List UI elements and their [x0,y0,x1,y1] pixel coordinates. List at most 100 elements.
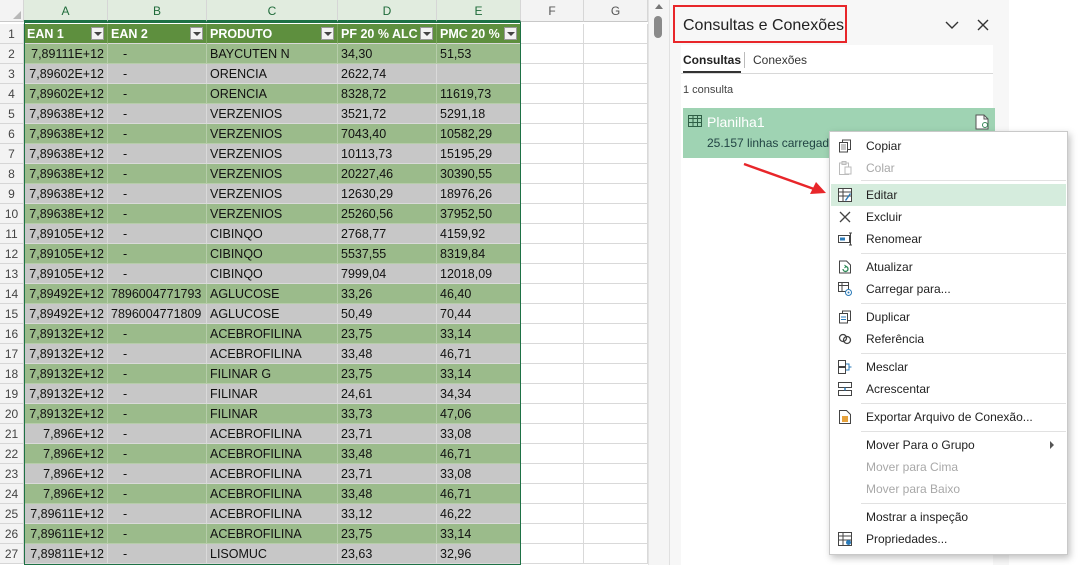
table-header-pf[interactable]: PF 20 % ALC [338,24,437,44]
cell-empty[interactable] [584,424,648,444]
table-cell[interactable]: VERZENIOS [207,204,338,224]
table-cell[interactable]: 33,14 [437,524,521,544]
table-cell[interactable]: ORENCIA [207,84,338,104]
cell-empty[interactable] [521,524,584,544]
cell-empty[interactable] [584,24,648,44]
table-cell[interactable]: 7,89638E+12 [24,124,108,144]
menu-item-mesclar[interactable]: Mesclar [831,356,1066,378]
table-cell[interactable]: 7,89105E+12 [24,244,108,264]
cell-empty[interactable] [521,224,584,244]
cell-empty[interactable] [521,144,584,164]
menu-item-atualizar[interactable]: Atualizar [831,256,1066,278]
cell-empty[interactable] [521,424,584,444]
table-cell[interactable]: 7,89132E+12 [24,344,108,364]
table-cell[interactable]: VERZENIOS [207,184,338,204]
menu-item-colar[interactable]: Colar [831,157,1066,179]
table-cell[interactable]: 8328,72 [338,84,437,104]
table-cell[interactable]: 7,89638E+12 [24,104,108,124]
table-cell[interactable]: 46,71 [437,484,521,504]
table-cell[interactable]: 33,08 [437,464,521,484]
table-cell[interactable]: 7,896E+12 [24,464,108,484]
menu-item-renomear[interactable]: Renomear [831,228,1066,250]
tab-consultas[interactable]: Consultas [683,53,742,73]
table-cell[interactable]: 10582,29 [437,124,521,144]
table-cell[interactable]: 5291,18 [437,104,521,124]
row-header[interactable]: 5 [0,104,24,124]
table-cell[interactable]: - [108,184,207,204]
table-cell[interactable]: 7,89638E+12 [24,184,108,204]
menu-item-carregar-para[interactable]: Carregar para... [831,278,1066,300]
row-header[interactable]: 17 [0,344,24,364]
menu-item-referencia[interactable]: Referência [831,328,1066,350]
table-cell[interactable]: - [108,464,207,484]
row-header[interactable]: 2 [0,44,24,64]
cell-empty[interactable] [521,304,584,324]
table-cell[interactable]: 33,48 [338,344,437,364]
row-header[interactable]: 15 [0,304,24,324]
table-cell[interactable]: 12630,29 [338,184,437,204]
filter-dropdown-icon[interactable] [321,27,334,40]
cell-empty[interactable] [521,284,584,304]
table-cell[interactable]: 7,89111E+12 [24,44,108,64]
cell-empty[interactable] [584,164,648,184]
cell-empty[interactable] [584,464,648,484]
table-cell[interactable]: 7,896E+12 [24,424,108,444]
table-cell[interactable]: ACEBROFILINA [207,484,338,504]
table-cell[interactable]: 15195,29 [437,144,521,164]
table-cell[interactable]: ORENCIA [207,64,338,84]
cell-empty[interactable] [584,524,648,544]
row-header[interactable]: 4 [0,84,24,104]
table-cell[interactable]: 33,26 [338,284,437,304]
table-cell[interactable]: 5537,55 [338,244,437,264]
menu-item-excluir[interactable]: Excluir [831,206,1066,228]
table-cell[interactable]: 20227,46 [338,164,437,184]
table-cell[interactable]: 7,89105E+12 [24,224,108,244]
table-cell[interactable]: 7999,04 [338,264,437,284]
column-header-c[interactable]: C [207,0,338,22]
row-header[interactable]: 13 [0,264,24,284]
table-cell[interactable]: 2622,74 [338,64,437,84]
chevron-down-icon[interactable] [944,18,960,32]
table-cell[interactable]: 4159,92 [437,224,521,244]
table-cell[interactable]: - [108,104,207,124]
table-cell[interactable]: ACEBROFILINA [207,324,338,344]
table-cell[interactable]: 33,14 [437,324,521,344]
cell-empty[interactable] [521,264,584,284]
cell-empty[interactable] [521,164,584,184]
cell-empty[interactable] [584,44,648,64]
table-cell[interactable]: AGLUCOSE [207,304,338,324]
table-header-produto[interactable]: PRODUTO [207,24,338,44]
table-cell[interactable]: FILINAR [207,404,338,424]
table-cell[interactable]: ACEBROFILINA [207,464,338,484]
row-header[interactable]: 20 [0,404,24,424]
row-header[interactable]: 7 [0,144,24,164]
table-cell[interactable]: 8319,84 [437,244,521,264]
table-cell[interactable]: 3521,72 [338,104,437,124]
table-cell[interactable]: - [108,324,207,344]
table-cell[interactable]: 7,89602E+12 [24,84,108,104]
cell-empty[interactable] [584,364,648,384]
table-cell[interactable]: 7896004771793 [108,284,207,304]
table-cell[interactable]: 7043,40 [338,124,437,144]
column-header-e[interactable]: E [437,0,521,22]
table-cell[interactable]: ACEBROFILINA [207,444,338,464]
table-cell[interactable]: ACEBROFILINA [207,424,338,444]
cell-empty[interactable] [584,304,648,324]
table-cell[interactable]: 7,89492E+12 [24,284,108,304]
table-cell[interactable]: 7,89132E+12 [24,364,108,384]
menu-item-mover-para-o-grupo[interactable]: Mover Para o Grupo [831,434,1066,456]
table-cell[interactable]: 33,48 [338,484,437,504]
table-cell[interactable]: - [108,224,207,244]
row-header[interactable]: 25 [0,504,24,524]
column-header-a[interactable]: A [24,0,108,22]
table-cell[interactable]: 34,30 [338,44,437,64]
cell-empty[interactable] [584,64,648,84]
table-cell[interactable]: 7,89638E+12 [24,144,108,164]
table-cell[interactable]: 33,14 [437,364,521,384]
table-cell[interactable]: VERZENIOS [207,124,338,144]
tab-conexoes[interactable]: Conexões [753,53,807,67]
cell-empty[interactable] [584,484,648,504]
table-cell[interactable]: 46,71 [437,444,521,464]
table-cell[interactable]: ACEBROFILINA [207,524,338,544]
cell-empty[interactable] [584,504,648,524]
